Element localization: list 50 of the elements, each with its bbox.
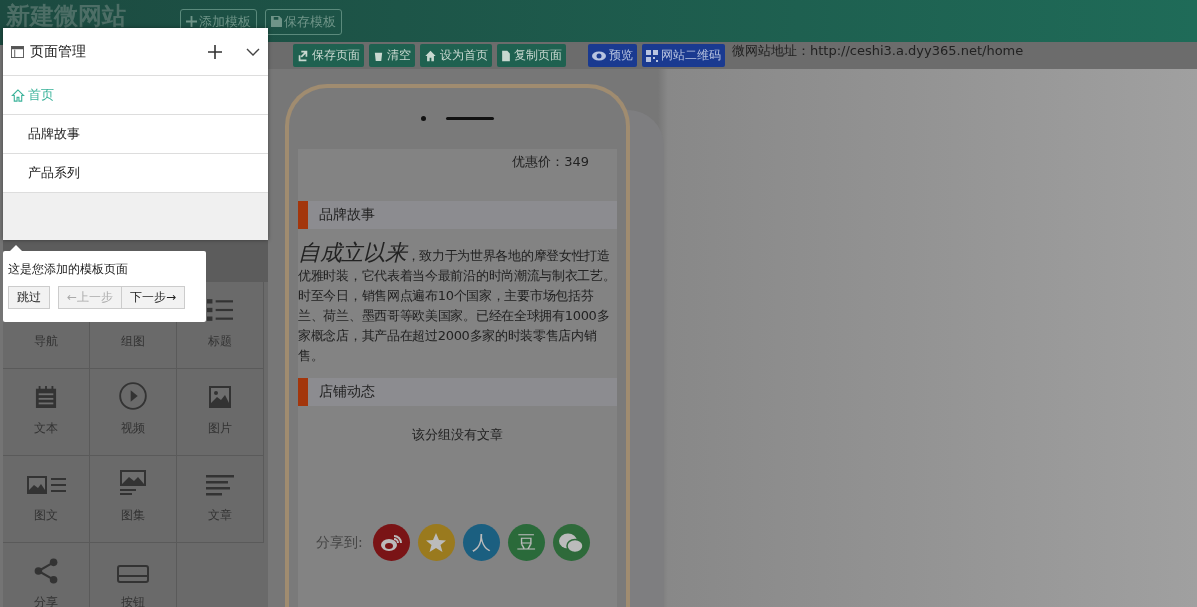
share-icon bbox=[33, 558, 59, 584]
star-share-icon[interactable] bbox=[417, 524, 455, 561]
panel-title: 页面管理 bbox=[30, 42, 86, 61]
add-icon[interactable] bbox=[208, 44, 222, 59]
section-heading: 店铺动态 bbox=[298, 378, 617, 406]
home-icon bbox=[11, 88, 25, 102]
play-icon bbox=[119, 382, 147, 410]
gallery-icon bbox=[119, 469, 147, 497]
toolbar-button[interactable]: 清空 bbox=[369, 44, 415, 67]
next-step-button[interactable]: 下一步→ bbox=[122, 286, 186, 309]
window-icon bbox=[11, 45, 24, 58]
plus-icon bbox=[186, 16, 197, 27]
qr-code-icon bbox=[646, 49, 658, 62]
page-item[interactable]: 产品系列 bbox=[3, 154, 268, 193]
skip-button[interactable]: 跳过 bbox=[8, 286, 50, 309]
lines-icon bbox=[206, 473, 234, 497]
chevron-down-icon[interactable] bbox=[246, 47, 260, 56]
toolbar-button[interactable]: 预览 bbox=[588, 44, 637, 67]
weibo-share-icon[interactable] bbox=[372, 524, 410, 561]
page-item[interactable]: 品牌故事 bbox=[3, 115, 268, 154]
notepad-icon bbox=[35, 384, 57, 410]
list-icon bbox=[205, 297, 235, 323]
toolbar-button[interactable]: 复制页面 bbox=[497, 44, 566, 67]
save-template-button[interactable]: 保存模板 bbox=[265, 8, 342, 35]
eye-icon bbox=[592, 50, 606, 61]
chat-bubbles-share-icon[interactable] bbox=[552, 524, 590, 561]
share-button[interactable]: 人 bbox=[462, 524, 500, 561]
toolbar-button[interactable]: 设为首页 bbox=[420, 44, 492, 67]
empty-message: 该分组没有文章 bbox=[412, 426, 503, 444]
price-text: 优惠价：349 bbox=[512, 153, 589, 171]
chat-bubbles-icon bbox=[558, 531, 585, 554]
share-button[interactable]: 豆 bbox=[507, 524, 545, 561]
site-url: 微网站地址：http://ceshi3.a.dyy365.net/home bbox=[732, 42, 1024, 60]
page-item[interactable]: 首页 bbox=[3, 76, 268, 115]
guide-message: 这是您添加的模板页面 bbox=[8, 261, 129, 278]
image-icon bbox=[208, 384, 232, 410]
chevron-icon bbox=[246, 47, 260, 56]
star-icon bbox=[425, 532, 448, 553]
share-arrow-icon bbox=[297, 49, 309, 62]
home-icon bbox=[424, 49, 437, 62]
file-icon bbox=[501, 49, 511, 62]
article-text: 自成立以来，致力于为世界各地的摩登女性打造优雅时装，它代表着当今最前沿的时尚潮流与制衣工艺。时至今日，销售网点遍布10个国家，主要市场包括芬兰、荷兰、墨西哥等欧美国家。已经在全球拥有1000多家概念店，其产品在超过2000多家的时装零售店内销售。 bbox=[298, 243, 617, 365]
image-text-icon bbox=[26, 473, 66, 497]
toolbar-button[interactable]: 网站二维码 bbox=[642, 44, 725, 67]
share-label: 分享到: bbox=[316, 533, 363, 552]
floppy-icon bbox=[271, 16, 282, 27]
button-shape-icon bbox=[117, 564, 149, 584]
section-heading: 品牌故事 bbox=[298, 201, 617, 229]
plus-icon bbox=[208, 44, 222, 59]
toolbar-button[interactable]: 保存页面 bbox=[293, 44, 364, 67]
